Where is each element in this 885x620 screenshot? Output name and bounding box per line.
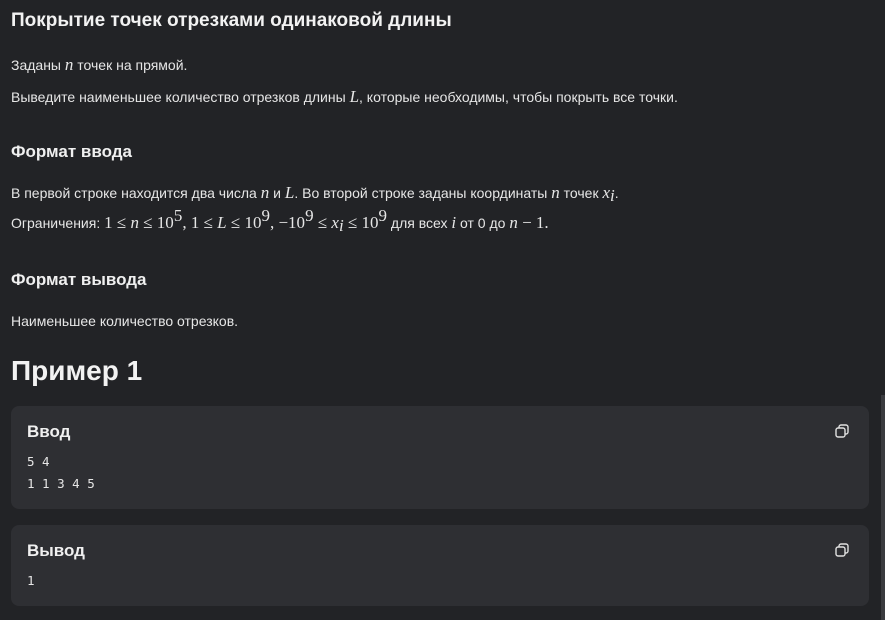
example-input-card: Ввод 5 4 1 1 3 4 5: [11, 406, 869, 509]
text: . Во второй строке заданы координаты: [294, 185, 552, 201]
math-n: n: [509, 213, 518, 232]
math-n: n: [130, 213, 139, 232]
text: В первой строке находится два числа: [11, 185, 261, 201]
math-L: L: [349, 87, 360, 106]
math: 1 ≤: [104, 213, 131, 232]
math: ≤ 10: [343, 213, 379, 232]
text: и: [269, 185, 285, 201]
math: − 1.: [517, 213, 549, 232]
copy-icon[interactable]: [835, 543, 849, 557]
example-output-card: Вывод 1: [11, 525, 869, 606]
math-exponent: 9: [305, 206, 314, 225]
math-exponent: 9: [261, 206, 270, 225]
example-heading: Пример 1: [11, 355, 143, 386]
math-exponent: 9: [378, 206, 388, 225]
math: ≤ 10: [226, 213, 262, 232]
statement-text: Заданы: [11, 57, 65, 73]
example-input-label: Ввод: [27, 422, 71, 441]
math-n: n: [551, 183, 560, 202]
text: .: [614, 185, 619, 201]
math-L: L: [284, 183, 295, 202]
text: для всех: [387, 215, 452, 231]
copy-icon[interactable]: [835, 424, 849, 438]
math: , −10: [269, 213, 306, 232]
output-format-heading: Формат вывода: [11, 270, 147, 289]
math-x: x: [602, 183, 611, 202]
input-format-line-1: В первой строке находится два числа n и …: [11, 183, 619, 204]
example-output-text: 1: [27, 573, 35, 588]
statement-line-2: Выведите наименьшее количество отрезков …: [11, 87, 678, 107]
statement-line-1: Заданы n точек на прямой.: [11, 55, 187, 75]
scrollbar[interactable]: [881, 395, 885, 620]
constraints-line: Ограничения: 1 ≤ n ≤ 105, 1 ≤ L ≤ 109, −…: [11, 207, 549, 234]
math-x: x: [331, 213, 339, 232]
problem-title: Покрытие точек отрезками одинаковой длин…: [11, 10, 452, 31]
example-output-label: Вывод: [27, 541, 85, 560]
statement-text: точек на прямой.: [73, 57, 188, 73]
math-n: n: [260, 183, 270, 202]
input-format-heading: Формат ввода: [11, 142, 132, 161]
statement-text: Выведите наименьшее количество отрезков …: [11, 89, 350, 105]
text: точек: [559, 185, 603, 201]
math: ≤: [313, 213, 332, 232]
math: , 1 ≤: [182, 213, 218, 232]
math: ≤ 10: [138, 213, 174, 232]
math-L: L: [217, 213, 227, 232]
statement-text: , которые необходимы, чтобы покрыть все …: [359, 89, 678, 105]
constraints-label: Ограничения:: [11, 215, 105, 231]
text: от 0 до: [456, 215, 510, 231]
output-format-text: Наименьшее количество отрезков.: [11, 313, 239, 329]
example-input-text: 5 4 1 1 3 4 5: [27, 454, 95, 491]
